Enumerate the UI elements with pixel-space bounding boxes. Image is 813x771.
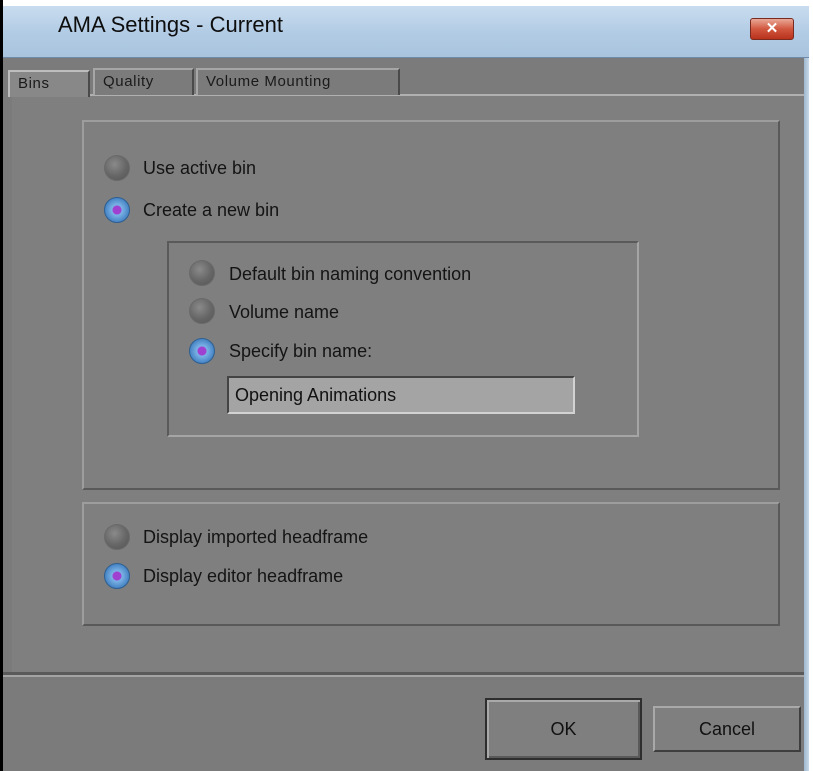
footer-divider-highlight <box>3 675 804 677</box>
close-icon: ✕ <box>765 20 779 37</box>
display-editor-headframe-label: Display editor headframe <box>143 566 344 586</box>
window-title: AMA Settings - Current <box>58 12 283 37</box>
default-naming-radio[interactable] <box>189 260 215 286</box>
close-button[interactable]: ✕ <box>750 18 794 40</box>
window-frame-right <box>804 58 809 771</box>
tab-quality[interactable]: Quality <box>93 68 194 95</box>
create-new-bin-label: Create a new bin <box>143 200 280 220</box>
headframe-group <box>82 502 780 626</box>
volume-name-radio[interactable] <box>189 298 215 324</box>
create-new-bin-radio[interactable] <box>104 197 130 223</box>
specify-bin-name-label: Specify bin name: <box>229 341 373 361</box>
use-active-bin-label: Use active bin <box>143 158 257 178</box>
ok-button[interactable]: OK <box>485 698 642 760</box>
tab-bins[interactable]: Bins <box>8 70 90 97</box>
display-editor-headframe-radio[interactable] <box>104 563 130 589</box>
volume-name-label: Volume name <box>229 302 340 322</box>
display-imported-headframe-radio[interactable] <box>104 524 130 550</box>
bin-name-input[interactable] <box>227 376 575 414</box>
specify-bin-name-radio[interactable] <box>189 338 215 364</box>
use-active-bin-radio[interactable] <box>104 155 130 181</box>
tab-volume-mounting[interactable]: Volume Mounting <box>196 68 400 95</box>
cancel-button[interactable]: Cancel <box>653 706 801 752</box>
default-naming-label: Default bin naming convention <box>229 264 472 284</box>
display-imported-headframe-label: Display imported headframe <box>143 527 369 547</box>
